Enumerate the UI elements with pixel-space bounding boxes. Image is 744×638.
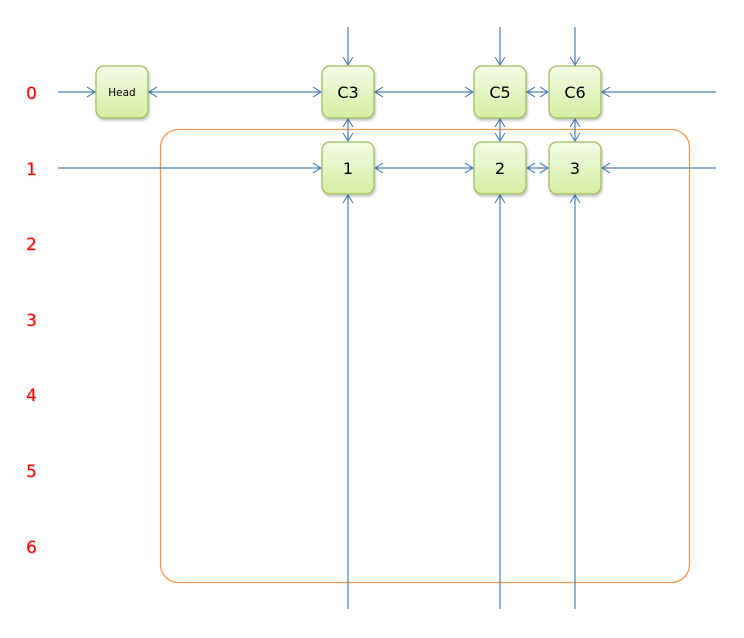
- node-c5[interactable]: C5: [473, 65, 527, 119]
- node-c6-label: C6: [564, 83, 585, 102]
- diagram-canvas: 0 1 2 3 4 5 6 Head C3 C5 C6 1 2 3: [26, 27, 716, 609]
- row-label-5: 5: [26, 462, 37, 482]
- node-head[interactable]: Head: [95, 65, 149, 119]
- node-c6[interactable]: C6: [548, 65, 602, 119]
- node-2-label: 2: [495, 159, 505, 178]
- row-labels: 0 1 2 3 4 5 6: [26, 84, 37, 558]
- group-region: [159, 128, 691, 584]
- node-3[interactable]: 3: [548, 141, 602, 195]
- node-c3[interactable]: C3: [321, 65, 375, 119]
- row-label-6: 6: [26, 538, 37, 558]
- node-c3-label: C3: [337, 83, 358, 102]
- node-1[interactable]: 1: [321, 141, 375, 195]
- row-label-3: 3: [26, 311, 37, 331]
- node-1-label: 1: [343, 159, 353, 178]
- edges: [58, 27, 716, 609]
- row-label-0: 0: [26, 84, 37, 104]
- node-2[interactable]: 2: [473, 141, 527, 195]
- row-label-1: 1: [26, 160, 37, 180]
- row-label-2: 2: [26, 235, 37, 255]
- node-head-label: Head: [108, 87, 135, 99]
- row-label-4: 4: [26, 386, 37, 406]
- node-c5-label: C5: [489, 83, 510, 102]
- node-3-label: 3: [570, 159, 580, 178]
